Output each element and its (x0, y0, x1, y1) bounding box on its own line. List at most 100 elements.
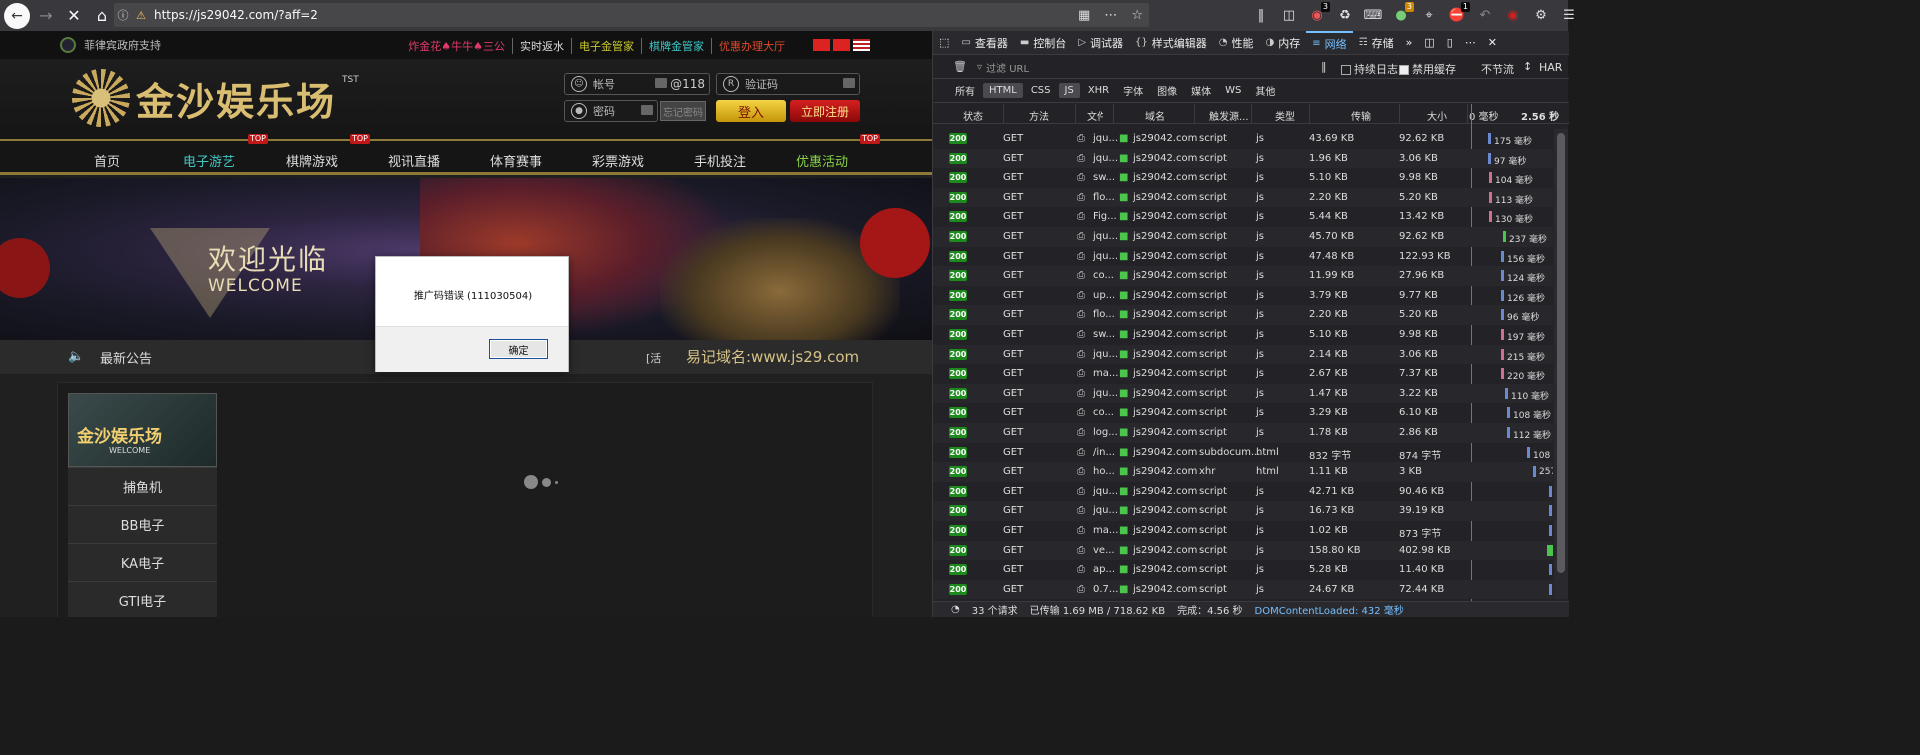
game-card-banner[interactable]: 金沙娱乐场 WELCOME (68, 393, 217, 467)
home-button[interactable]: ⌂ (88, 2, 116, 30)
tab-storage[interactable]: ☶ 存储 (1353, 31, 1400, 55)
type-filter-all[interactable]: 所有 (949, 81, 981, 100)
request-row[interactable]: 200 GET up... js29042.com script js 3.79 KB 9.7… (933, 286, 1553, 306)
bookmark-star-icon[interactable]: ☆ (1131, 8, 1143, 23)
col-domain[interactable]: 域名 (1145, 108, 1165, 123)
side-item-gti[interactable]: GTI电子 (68, 581, 217, 617)
responsive-icon[interactable]: ▯ (1441, 31, 1459, 55)
request-row[interactable]: 200 GET jqu... js29042.com script js 16.73 KB 3… (933, 501, 1553, 521)
request-row[interactable]: 200 GET jqu... js29042.com script js 2.14 KB 3.… (933, 344, 1553, 365)
nav-mobile[interactable]: 手机投注 (694, 151, 746, 170)
adblock-icon[interactable]: ⛔ 1 (1446, 2, 1470, 26)
back-button[interactable]: ← (4, 2, 30, 29)
more-tabs-icon[interactable]: » (1400, 31, 1419, 55)
keyboard-icon[interactable] (843, 78, 855, 88)
forward-button[interactable]: → (32, 2, 60, 30)
col-size[interactable]: 大小 (1427, 108, 1447, 123)
extension-2-icon[interactable]: ● 3 (1390, 2, 1414, 26)
har-menu[interactable]: HAR (1539, 61, 1562, 74)
side-item-bb[interactable]: BB电子 (68, 505, 217, 543)
nav-sports[interactable]: 体育赛事 (490, 151, 542, 170)
type-filter-images[interactable]: 图像 (1151, 81, 1183, 100)
perf-icon[interactable]: ◔ (951, 604, 960, 615)
register-button[interactable]: 立即注册 (790, 100, 860, 122)
disable-cache-box[interactable] (1399, 65, 1409, 75)
persist-log-box[interactable] (1341, 65, 1351, 75)
pause-icon[interactable]: ‖ (1321, 60, 1327, 73)
password-field[interactable]: ● 密码 (564, 100, 658, 122)
info-icon[interactable]: ⓘ (114, 7, 132, 23)
request-row[interactable]: 200 GET co... js29042.com script js 3.29 KB 6.1… (933, 403, 1553, 423)
request-row[interactable]: 200 GET jqu... js29042.com script js 1.47 KB 3.… (933, 383, 1553, 404)
request-row[interactable]: 200 GET ho... js29042.com xhr html 1.11 KB 3 KB… (933, 462, 1553, 482)
alert-ok-button[interactable]: 确定 (489, 339, 548, 359)
request-row[interactable]: 200 GET log... js29042.com script js 1.78 KB 2.… (933, 423, 1553, 443)
captcha-field[interactable]: R 验证码 (716, 73, 860, 95)
hk-flag-icon[interactable] (813, 39, 830, 51)
url-text[interactable]: https://js29042.com/?aff=2 (154, 8, 318, 22)
element-picker-icon[interactable]: ⬚ (933, 31, 955, 55)
col-status[interactable]: 状态 (963, 108, 983, 123)
request-row[interactable]: 200 GET sw... js29042.com script js 5.10 KB 9.9… (933, 168, 1553, 188)
login-button[interactable]: 登入 (716, 100, 786, 122)
us-flag-icon[interactable] (853, 39, 870, 51)
type-filter-other[interactable]: 其他 (1249, 81, 1281, 100)
cn-flag-icon[interactable] (833, 39, 850, 51)
nav-live[interactable]: 视讯直播 (388, 151, 440, 170)
col-transfer[interactable]: 传输 (1351, 108, 1371, 123)
red-extension-icon[interactable]: ◉ (1502, 4, 1524, 26)
library-icon[interactable]: ‖ (1250, 4, 1272, 26)
type-filter-fonts[interactable]: 字体 (1117, 81, 1149, 100)
type-filter-xhr[interactable]: XHR (1082, 83, 1115, 98)
keyboard-icon[interactable] (641, 105, 653, 115)
nav-home[interactable]: 首页 (94, 151, 120, 170)
site-logo[interactable]: 金沙娱乐场 TST (72, 69, 359, 127)
tab-network[interactable]: ≡ 网络 (1306, 30, 1353, 55)
type-filter-html[interactable]: HTML (983, 83, 1023, 98)
request-row[interactable]: 200 GET jqu... js29042.com script js 47.48 KB 1… (933, 247, 1553, 267)
url-filter-input[interactable]: ▿ 过滤 URL (977, 59, 1307, 75)
type-filter-ws[interactable]: WS (1219, 83, 1247, 98)
tab-style-editor[interactable]: {} 样式编辑器 (1129, 31, 1213, 55)
sidebar-icon[interactable]: ◫ (1278, 4, 1300, 26)
devtools-close-icon[interactable]: ✕ (1482, 31, 1503, 55)
request-row[interactable]: 200 GET jqu... js29042.com script js 45.70 KB 9… (933, 227, 1553, 247)
request-row[interactable]: 200 GET sw... js29042.com script js 5.10 KB 9.9… (933, 325, 1553, 345)
request-row[interactable]: 200 GET ma... js29042.com script js 2.67 KB 7.3… (933, 364, 1553, 384)
page-actions-icon[interactable]: ⋯ (1104, 8, 1117, 23)
request-row[interactable]: 200 GET jqu... js29042.com script js 42.71 KB 9… (933, 482, 1553, 502)
url-bar[interactable]: ⓘ ⚠ https://js29042.com/?aff=2 ▦ ⋯ ☆ (114, 3, 1149, 27)
dock-icon[interactable]: ◫ (1418, 31, 1440, 55)
tab-performance[interactable]: ◔ 性能 (1213, 31, 1260, 55)
nav-lottery[interactable]: 彩票游戏 (592, 151, 644, 170)
type-filter-js[interactable]: JS (1058, 83, 1080, 98)
top-link-chess[interactable]: 棋牌金管家 (641, 38, 711, 54)
clear-trash-icon[interactable]: 🗑 (953, 60, 967, 73)
tab-console[interactable]: ▬ 控制台 (1014, 31, 1072, 55)
crop-icon[interactable]: ⌖ (1418, 4, 1440, 26)
keyboard-icon[interactable] (655, 78, 667, 88)
menu-icon[interactable]: ☰ (1558, 4, 1580, 26)
disable-cache-checkbox[interactable]: 禁用缓存 (1399, 61, 1456, 77)
side-item-fishing[interactable]: 捕鱼机 (68, 467, 217, 505)
request-row[interactable]: 200 GET ap... js29042.com script js 5.28 KB 11.… (933, 560, 1553, 580)
account-field[interactable]: ☺ 帐号 @118 (564, 73, 710, 95)
type-filter-media[interactable]: 媒体 (1185, 81, 1217, 100)
type-filter-css[interactable]: CSS (1025, 83, 1057, 98)
qr-code-icon[interactable]: ▦ (1078, 8, 1090, 23)
puzzle-icon[interactable]: ♻ (1334, 4, 1356, 26)
tab-inspector[interactable]: ▭ 查看器 (955, 31, 1013, 55)
request-row[interactable]: 200 GET flo... js29042.com script js 2.20 KB 5.… (933, 187, 1553, 208)
tab-debugger[interactable]: ▷ 调试器 (1072, 31, 1129, 55)
request-row[interactable]: 200 GET jqu... js29042.com script js 43.69 KB 9… (933, 129, 1553, 149)
request-row[interactable]: 200 GET 0.7... js29042.com script js 24.67 KB 7… (933, 579, 1553, 599)
devtools-menu-icon[interactable]: ⋯ (1459, 31, 1482, 55)
scrollbar-thumb[interactable] (1557, 133, 1565, 573)
undo-icon[interactable]: ↶ (1474, 4, 1496, 26)
top-link-egame[interactable]: 电子金管家 (571, 38, 641, 54)
request-row[interactable]: 200 GET flo... js29042.com script js 2.20 KB 5.… (933, 305, 1553, 325)
notice-marquee[interactable]: [活 (646, 350, 661, 366)
col-cause[interactable]: 触发源... (1209, 108, 1249, 123)
col-type[interactable]: 类型 (1275, 108, 1295, 123)
stop-button[interactable]: ✕ (60, 2, 88, 30)
